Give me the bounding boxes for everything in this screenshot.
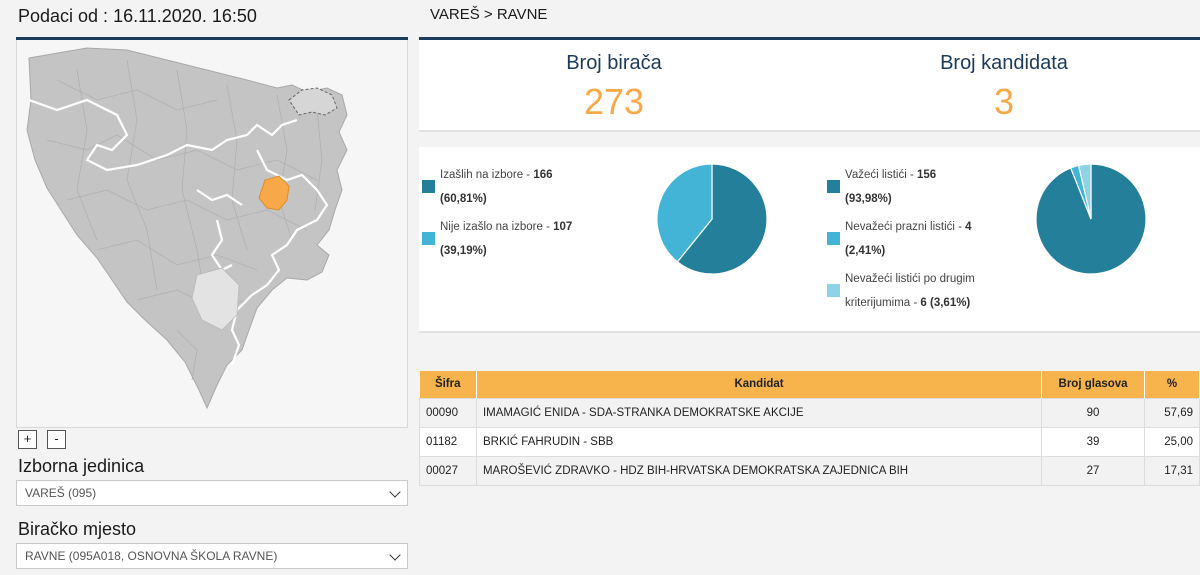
cell-pct: 25,00 (1144, 426, 1200, 457)
table-row[interactable]: 00090 IMAMAGIĆ ENIDA - SDA-STRANKA DEMOK… (419, 397, 1200, 428)
legend-turnout-voted: Izašlih na izbore - 166 (60,81%) (422, 163, 602, 211)
cell-code: 00027 (419, 455, 477, 486)
legend-swatch (827, 232, 840, 245)
legend-swatch (827, 180, 840, 193)
legend-swatch (422, 232, 435, 245)
cell-candidate: MAROŠEVIĆ ZDRAVKO - HDZ BIH-HRVATSKA DEM… (475, 455, 1043, 486)
chevron-down-icon (389, 549, 401, 561)
legend-count: 156 (917, 169, 937, 181)
left-panel: Podaci od : 16.11.2020. 16:50 + - Izborn… (0, 0, 415, 575)
table-header-row: Šifra Kandidat Broj glasova % (419, 371, 1200, 398)
legend-label: Nevažeći prazni listići - (845, 221, 966, 233)
cell-candidate: IMAMAGIĆ ENIDA - SDA-STRANKA DEMOKRATSKE… (475, 397, 1043, 428)
legend-swatch (422, 180, 435, 193)
legend-count: 6 (920, 297, 927, 309)
map-zoom-out-button[interactable]: - (47, 430, 66, 449)
electoral-unit-label: Izborna jedinica (18, 456, 145, 476)
legend-label: Nevažeći listići po drugim (845, 273, 975, 285)
legend-ballots-valid: Važeći listići - 156 (93,98%) (827, 163, 1017, 211)
col-header-candidate[interactable]: Kandidat (476, 371, 1043, 398)
legend-label: Važeći listići - (845, 169, 917, 181)
col-header-code[interactable]: Šifra (419, 371, 477, 398)
candidates-table: Šifra Kandidat Broj glasova % 00090 IMAM… (419, 371, 1200, 486)
polling-station-value: RAVNE (095A018, OSNOVNA ŠKOLA RAVNE) (25, 549, 278, 563)
cell-pct: 57,69 (1144, 397, 1200, 428)
table-row[interactable]: 00027 MAROŠEVIĆ ZDRAVKO - HDZ BIH-HRVATS… (419, 455, 1200, 486)
cell-candidate: BRKIĆ FAHRUDIN - SBB (475, 426, 1043, 457)
table-row[interactable]: 01182 BRKIĆ FAHRUDIN - SBB 39 25,00 (419, 426, 1200, 457)
data-timestamp: Podaci od : 16.11.2020. 16:50 (18, 6, 257, 26)
legend-label: Izašlih na izbore - (440, 169, 534, 181)
breadcrumb: VAREŠ > RAVNE (430, 6, 548, 23)
legend-ballots-other: Nevažeći listići po drugim kriterijumima … (827, 267, 1017, 315)
legend-label: Nije izašlo na izbore - (440, 221, 554, 233)
cell-code: 00090 (419, 397, 477, 428)
stats-panel: Broj birača 273 Broj kandidata 3 (419, 40, 1200, 132)
legend-count: 107 (553, 221, 573, 233)
legend-pct: (2,41%) (845, 245, 886, 257)
cell-votes: 27 (1041, 455, 1145, 486)
electoral-unit-select[interactable]: VAREŠ (095) (16, 480, 408, 506)
legend-swatch (827, 284, 840, 297)
charts-panel: Izašlih na izbore - 166 (60,81%) Nije iza… (419, 147, 1200, 333)
legend-turnout-not-voted: Nije izašlo na izbore - 107 (39,19%) (422, 215, 602, 263)
cell-code: 01182 (419, 426, 477, 457)
polling-station-select[interactable]: RAVNE (095A018, OSNOVNA ŠKOLA RAVNE) (16, 543, 408, 569)
col-header-pct[interactable]: % (1144, 371, 1200, 398)
candidates-stat: Broj kandidata 3 (809, 52, 1199, 123)
col-header-votes[interactable]: Broj glasova (1041, 371, 1145, 398)
map-zoom-in-button[interactable]: + (18, 430, 37, 449)
polling-station-label: Biračko mjesto (18, 519, 137, 539)
legend-count: 4 (965, 221, 972, 233)
legend-pct: (3,61%) (930, 297, 971, 309)
legend-pct: (60,81%) (440, 193, 487, 205)
candidates-label: Broj kandidata (940, 52, 1068, 74)
election-map[interactable] (16, 40, 408, 428)
turnout-pie-chart (656, 163, 768, 275)
right-panel: VAREŠ > RAVNE Broj birača 273 Broj kandi… (419, 0, 1200, 575)
voters-stat: Broj birača 273 (419, 52, 809, 123)
legend-pct: (93,98%) (845, 193, 892, 205)
cell-votes: 39 (1041, 426, 1145, 457)
electoral-unit-value: VAREŠ (095) (25, 486, 97, 500)
cell-votes: 90 (1041, 397, 1145, 428)
legend-label: kriterijumima - (845, 297, 921, 309)
bih-map-svg[interactable] (17, 40, 408, 428)
cell-pct: 17,31 (1144, 455, 1200, 486)
ballots-pie-chart (1035, 163, 1147, 275)
candidates-value: 3 (993, 81, 1015, 122)
legend-ballots-blank: Nevažeći prazni listići - 4 (2,41%) (827, 215, 1017, 263)
chevron-down-icon (389, 486, 401, 498)
voters-label: Broj birača (566, 52, 662, 74)
legend-count: 166 (533, 169, 553, 181)
voters-value: 273 (583, 81, 645, 122)
legend-pct: (39,19%) (440, 245, 487, 257)
